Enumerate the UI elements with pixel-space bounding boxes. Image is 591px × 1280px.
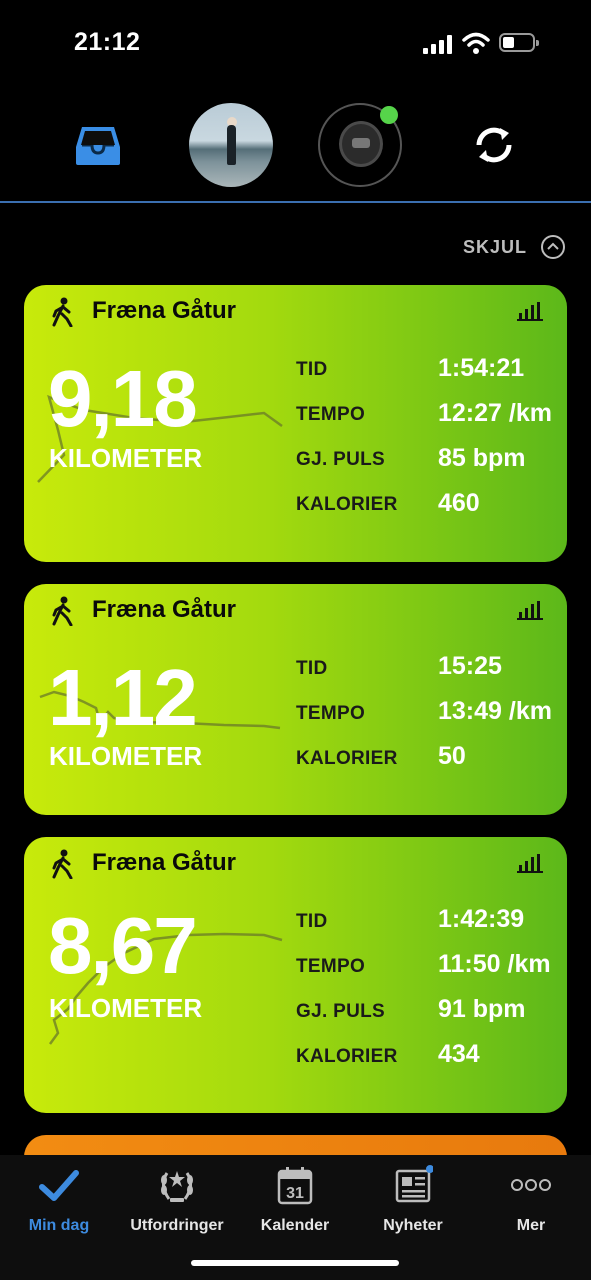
walking-icon (52, 596, 73, 626)
sync-icon[interactable] (472, 123, 516, 167)
stat-label: TEMPO (296, 404, 366, 425)
stat-label: GJ. PULS (296, 449, 385, 470)
stat-label: KALORIER (296, 1046, 398, 1067)
home-indicator (191, 1260, 399, 1266)
stat-value: 85 bpm (438, 444, 526, 472)
calendar-icon: 31 (277, 1167, 313, 1205)
activity-title: Fræna Gåtur (92, 849, 237, 876)
stat-label: GJ. PULS (296, 1001, 385, 1022)
stat-value: 1:54:21 (438, 354, 525, 382)
stat-value: 11:50 /km (438, 950, 551, 978)
walking-icon (52, 297, 73, 327)
status-bar: 21:12 (0, 0, 591, 90)
checkmark-icon (39, 1170, 79, 1201)
stat-value: 91 bpm (438, 995, 526, 1023)
collapse-button[interactable] (541, 235, 565, 259)
activity-title: Fræna Gåtur (92, 297, 237, 324)
more-icon (511, 1179, 551, 1191)
stat-value: 50 (438, 742, 466, 770)
nav-nyheter[interactable]: Nyheter (354, 1163, 472, 1243)
stat-value: 460 (438, 489, 480, 517)
inbox-icon[interactable] (74, 125, 122, 167)
news-icon (395, 1165, 433, 1203)
connected-status-dot (380, 106, 398, 124)
nav-mer[interactable]: Mer (472, 1163, 590, 1243)
nav-label: Utfordringer (130, 1217, 224, 1234)
nav-label: Min dag (28, 1217, 90, 1234)
stat-label: TEMPO (296, 703, 366, 724)
activity-card[interactable]: Fræna Gåtur 8,67 KILOMETER TID 1:42:39 T… (24, 837, 567, 1113)
stat-value: 15:25 (438, 652, 502, 680)
top-toolbar (0, 95, 591, 203)
distance-value: 8,67 (48, 901, 198, 990)
stat-label: TID (296, 911, 328, 932)
stat-label: TEMPO (296, 956, 366, 977)
stat-value: 434 (438, 1040, 480, 1068)
nav-kalender[interactable]: 31 Kalender (236, 1163, 354, 1243)
chevron-up-icon (547, 242, 559, 250)
status-time: 21:12 (74, 28, 141, 56)
stat-value: 1:42:39 (438, 905, 525, 933)
distance-unit: KILOMETER (49, 741, 203, 771)
cellular-signal-icon (423, 34, 453, 54)
nav-min-dag[interactable]: Min dag (0, 1163, 118, 1243)
stat-label: KALORIER (296, 494, 398, 515)
battery-icon (499, 33, 539, 52)
distance-unit: KILOMETER (49, 443, 203, 473)
profile-avatar[interactable] (189, 103, 273, 187)
bottom-nav: Min dag Utfordringer 31 Kalender Nyheter… (0, 1155, 591, 1280)
distance-value: 1,12 (48, 653, 198, 742)
nav-label: Mer (516, 1217, 546, 1234)
calendar-day: 31 (286, 1185, 304, 1202)
nav-label: Nyheter (383, 1217, 443, 1234)
stat-value: 13:49 /km (438, 697, 552, 725)
stats-chart-icon[interactable] (517, 600, 543, 620)
distance-unit: KILOMETER (49, 993, 203, 1023)
distance-value: 9,18 (48, 354, 198, 443)
stats-chart-icon[interactable] (517, 853, 543, 873)
stat-label: TID (296, 658, 328, 679)
activity-card[interactable]: Fræna Gåtur 1,12 KILOMETER TID 15:25 TEM… (24, 584, 567, 815)
nav-utfordringer[interactable]: Utfordringer (118, 1163, 236, 1243)
wifi-icon (462, 32, 490, 54)
stat-label: KALORIER (296, 748, 398, 769)
stats-chart-icon[interactable] (517, 301, 543, 321)
stat-value: 12:27 /km (438, 399, 552, 427)
activity-title: Fræna Gåtur (92, 596, 237, 623)
watch-device-icon[interactable] (318, 103, 402, 187)
nav-label: Kalender (260, 1217, 330, 1234)
laurel-icon (161, 1171, 193, 1202)
hide-label[interactable]: SKJUL (463, 237, 527, 258)
activity-card[interactable]: Fræna Gåtur 9,18 KILOMETER TID 1:54:21 T… (24, 285, 567, 562)
stat-label: TID (296, 359, 328, 380)
walking-icon (52, 849, 73, 879)
